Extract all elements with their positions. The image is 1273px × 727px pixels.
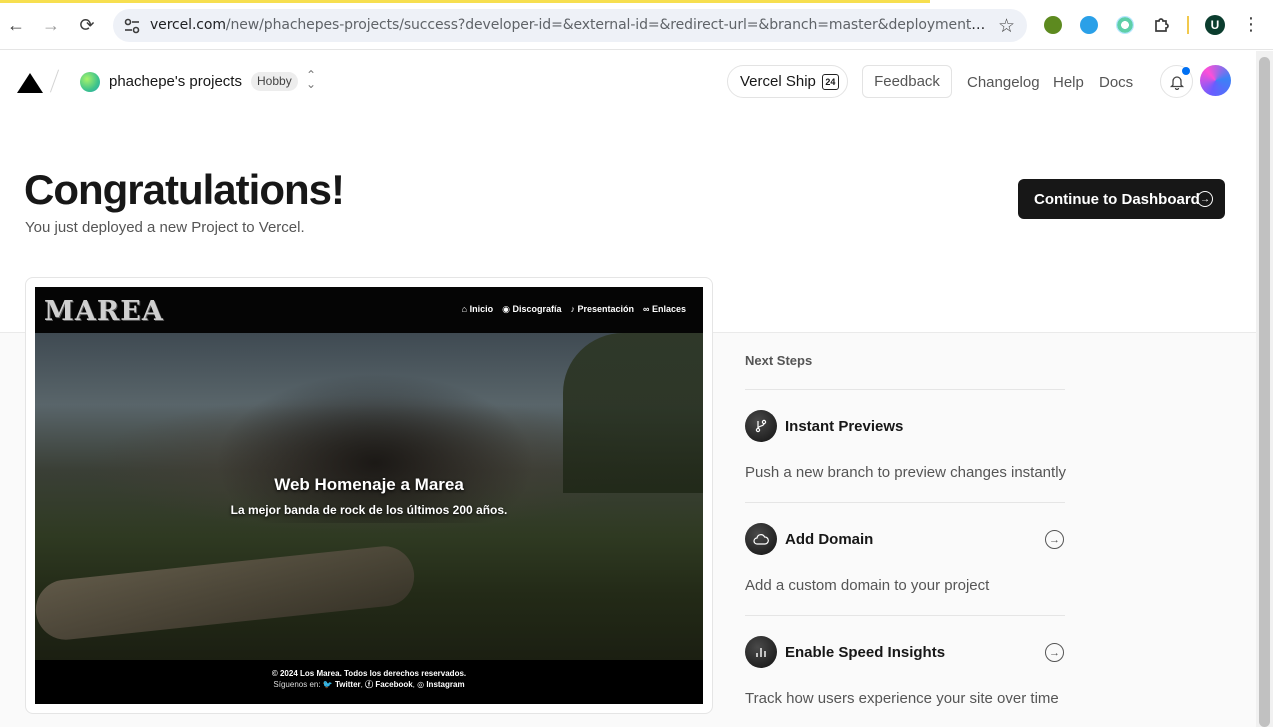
bar-chart-icon [745, 636, 777, 668]
plan-badge: Hobby [251, 72, 298, 91]
preview-nav-presentation: ♪ Presentación [570, 304, 635, 314]
preview-nav-label: Enlaces [651, 304, 686, 314]
feedback-button[interactable]: Feedback [862, 65, 952, 98]
changelog-link[interactable]: Changelog [967, 74, 1040, 91]
preview-photo-trees [563, 333, 703, 493]
speed-insights-description: Track how users experience your site ove… [745, 690, 1059, 707]
preview-navbar: MAREA ⌂ Inicio ◉ Discografía ♪ Presentac… [35, 287, 703, 333]
preview-social-label: Twitter [335, 680, 361, 689]
bookmark-star-icon[interactable]: ☆ [998, 15, 1015, 38]
user-avatar[interactable] [1200, 65, 1231, 96]
vercel-ship-label: Vercel Ship [740, 73, 816, 90]
browser-toolbar: ← → ⟳ vercel.com/new/phachepes-projects/… [0, 0, 1273, 50]
divider [745, 615, 1065, 616]
preview-tagline: La mejor banda de rock de los últimos 20… [230, 503, 508, 517]
back-arrow-icon[interactable]: ← [4, 13, 28, 37]
page-title: Congratulations! [24, 166, 345, 213]
preview-social-label: Instagram [426, 680, 465, 689]
extensions-puzzle-icon[interactable] [1152, 15, 1172, 35]
notifications-button[interactable] [1160, 65, 1193, 98]
team-switcher-chevron-icon[interactable]: ⌃ ⌄ [305, 69, 317, 90]
preview-photo-band [215, 373, 535, 523]
preview-band-photo [35, 333, 703, 660]
preview-social-line: Síguenos en: 🐦 Twitter, ⓕ Facebook, ◎ In… [273, 680, 465, 689]
continue-to-dashboard-button[interactable]: Continue to Dashboard → [1018, 179, 1225, 219]
team-name[interactable]: phachepe's projects [109, 73, 242, 90]
preview-instagram: ◎ Instagram [417, 680, 465, 689]
toolbar-divider [1187, 16, 1189, 34]
calendar-icon: 24 [821, 73, 839, 90]
instant-previews-title[interactable]: Instant Previews [785, 418, 903, 435]
deployment-screenshot[interactable]: MAREA ⌂ Inicio ◉ Discografía ♪ Presentac… [35, 287, 703, 704]
preview-photo-log [35, 543, 418, 643]
divider [745, 389, 1065, 390]
next-steps-heading: Next Steps [745, 353, 813, 368]
extension-icon[interactable] [1080, 16, 1098, 34]
extension-icon[interactable] [1116, 16, 1134, 34]
add-domain-description: Add a custom domain to your project [745, 577, 990, 594]
preview-social-label: Facebook [375, 680, 413, 689]
continue-to-dashboard-label: Continue to Dashboard [1034, 190, 1200, 208]
preview-nav-home: ⌂ Inicio [461, 304, 494, 314]
add-domain-arrow-icon[interactable]: → [1045, 530, 1064, 549]
url-host: vercel.com [150, 17, 226, 33]
preview-nav-label: Inicio [469, 304, 494, 314]
speed-insights-title[interactable]: Enable Speed Insights [785, 644, 945, 661]
instant-previews-description: Push a new branch to preview changes ins… [745, 464, 1067, 481]
preview-brand-logo: MAREA [44, 296, 164, 327]
help-link[interactable]: Help [1053, 74, 1084, 91]
vercel-header: phachepe's projects Hobby ⌃ ⌄ Vercel Ship… [0, 51, 1256, 113]
divider [745, 502, 1065, 503]
add-domain-title[interactable]: Add Domain [785, 531, 873, 548]
notification-dot [1182, 67, 1190, 75]
preview-nav-label: Presentación [577, 304, 635, 314]
address-bar[interactable]: vercel.com/new/phachepes-projects/succes… [113, 9, 1027, 42]
preview-copyright: © 2024 Los Marea. Todos los derechos res… [271, 669, 467, 678]
browser-profile-avatar[interactable]: U [1205, 15, 1225, 35]
page-loading-bar [0, 0, 930, 3]
git-branch-icon [745, 410, 777, 442]
breadcrumb-separator [49, 69, 60, 93]
site-settings-icon[interactable] [123, 17, 141, 35]
preview-facebook: ⓕ Facebook [365, 680, 413, 689]
preview-nav-discography: ◉ Discografía [502, 304, 562, 314]
extension-icon[interactable] [1044, 16, 1062, 34]
preview-twitter: 🐦 Twitter [322, 680, 361, 689]
team-avatar[interactable] [80, 72, 100, 92]
arrow-right-circle-icon: → [1197, 191, 1213, 207]
browser-menu-icon[interactable]: ⋮ [1242, 14, 1260, 35]
bell-icon [1169, 75, 1184, 90]
preview-nav-label: Discografía [512, 304, 562, 314]
cloud-icon [745, 523, 777, 555]
preview-follow-prefix: Síguenos en: [273, 680, 321, 689]
vercel-logo-icon[interactable] [17, 73, 43, 93]
preview-headline: Web Homenaje a Marea [274, 475, 464, 494]
docs-link[interactable]: Docs [1099, 74, 1133, 91]
reload-icon[interactable]: ⟳ [75, 13, 99, 37]
url-path: /new/phachepes-projects/success?develope… [225, 17, 992, 33]
url-text[interactable]: vercel.com/new/phachepes-projects/succes… [150, 17, 992, 33]
vercel-ship-button[interactable]: Vercel Ship 24 [727, 65, 848, 98]
preview-nav-links-item: ∞ Enlaces [643, 304, 686, 314]
speed-insights-arrow-icon[interactable]: → [1045, 643, 1064, 662]
page-subtitle: You just deployed a new Project to Verce… [25, 219, 305, 236]
preview-nav-links: ⌂ Inicio ◉ Discografía ♪ Presentación ∞ … [462, 304, 686, 315]
forward-arrow-icon[interactable]: → [39, 13, 63, 37]
scrollbar-thumb[interactable] [1259, 57, 1270, 727]
